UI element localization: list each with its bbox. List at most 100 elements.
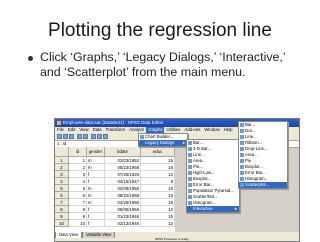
table-row[interactable]: 9 9 f 01/23/1946 15 bbox=[55, 213, 175, 220]
row-number: 1 bbox=[55, 157, 69, 164]
cell[interactable]: 8 bbox=[69, 206, 87, 213]
column-header-id[interactable]: id bbox=[69, 147, 87, 157]
cell[interactable]: 05/23/1958 bbox=[105, 164, 141, 171]
cell[interactable]: m bbox=[87, 164, 105, 171]
cell[interactable]: 3 bbox=[69, 171, 87, 178]
histogram-icon bbox=[240, 177, 244, 181]
find-icon[interactable] bbox=[103, 134, 108, 139]
save-icon[interactable] bbox=[63, 134, 68, 139]
table-row[interactable]: 3 3 f 07/26/1929 12 bbox=[55, 171, 175, 178]
cell[interactable]: f bbox=[87, 206, 105, 213]
bullet-dot-icon bbox=[28, 56, 33, 61]
row-number: 8 bbox=[55, 206, 69, 213]
cell[interactable]: 7 bbox=[69, 199, 87, 206]
cell[interactable]: 12 bbox=[141, 206, 175, 213]
legacy-dialogs-menu: Bar... 3-D Bar... Line... Area... Pie...… bbox=[186, 139, 240, 213]
cell[interactable]: f bbox=[87, 220, 105, 227]
cell[interactable]: f bbox=[87, 213, 105, 220]
slide-title: Plotting the regression line bbox=[48, 20, 272, 41]
bullet-text: Click ‘Graphs,’ ‘Legacy Dialogs,’ ‘Inter… bbox=[40, 50, 286, 79]
row-number: 3 bbox=[55, 171, 69, 178]
row-number: 10 bbox=[55, 220, 69, 227]
table-row[interactable]: 4 4 f 04/15/1947 8 bbox=[55, 178, 175, 185]
cell[interactable]: 04/15/1947 bbox=[105, 178, 141, 185]
error-bar-icon bbox=[188, 183, 192, 187]
cell[interactable]: 02/13/1946 bbox=[105, 220, 141, 227]
app-icon bbox=[57, 121, 61, 125]
cell[interactable]: 6 bbox=[69, 192, 87, 199]
row-number: 4 bbox=[55, 178, 69, 185]
cell[interactable]: 8 bbox=[141, 178, 175, 185]
high-low-icon bbox=[188, 171, 192, 175]
scatter-icon bbox=[188, 195, 192, 199]
cell[interactable]: f bbox=[87, 178, 105, 185]
cell[interactable]: 08/22/1958 bbox=[105, 192, 141, 199]
boxplot-icon bbox=[240, 165, 244, 169]
cell[interactable]: 02/03/1952 bbox=[105, 157, 141, 164]
redo-icon[interactable] bbox=[83, 134, 88, 139]
cell[interactable]: 15 bbox=[141, 185, 175, 192]
cell[interactable]: m bbox=[87, 185, 105, 192]
cell[interactable]: 15 bbox=[141, 157, 175, 164]
cell[interactable]: 4 bbox=[69, 178, 87, 185]
row-number: 9 bbox=[55, 213, 69, 220]
cell[interactable]: 15 bbox=[141, 199, 175, 206]
column-header-gender[interactable]: gender bbox=[87, 147, 105, 157]
cell[interactable]: m bbox=[87, 192, 105, 199]
cell[interactable]: m bbox=[87, 157, 105, 164]
submenu-arrow-icon: ▸ bbox=[234, 206, 237, 211]
cell[interactable]: 16 bbox=[141, 164, 175, 171]
undo-icon[interactable] bbox=[77, 134, 82, 139]
interactive-menu: Bar... Dot... Line... Ribbon... Drop-Lin… bbox=[238, 121, 288, 189]
window-title: Employee data.sav [DataSet1] - SPSS Data… bbox=[63, 120, 164, 125]
pie-chart-icon bbox=[188, 165, 192, 169]
cell[interactable]: 04/26/1956 bbox=[105, 199, 141, 206]
cell[interactable]: 05/06/1966 bbox=[105, 206, 141, 213]
goto-case-icon[interactable] bbox=[91, 134, 96, 139]
table-row[interactable]: 5 5 m 02/09/1955 15 bbox=[55, 185, 175, 192]
cell[interactable]: 10 bbox=[69, 220, 87, 227]
cell[interactable]: 2 bbox=[69, 164, 87, 171]
cell[interactable]: m bbox=[87, 199, 105, 206]
table-row[interactable]: 10 10 f 02/13/1946 12 bbox=[55, 220, 175, 227]
cell[interactable]: 5 bbox=[69, 185, 87, 192]
data-grid: id gender bdate educ 1 1 m 02/03/1952 15 22m… bbox=[55, 147, 175, 233]
area-chart-icon bbox=[240, 153, 244, 157]
print-icon[interactable] bbox=[69, 134, 74, 139]
cell-reference: 1 : id bbox=[57, 141, 67, 146]
table-row[interactable]: 8 8 f 05/06/1966 12 bbox=[55, 206, 175, 213]
column-header-educ[interactable]: educ bbox=[141, 147, 175, 157]
cell[interactable]: 01/23/1946 bbox=[105, 213, 141, 220]
boxplot-icon bbox=[188, 177, 192, 181]
cell[interactable]: 02/09/1955 bbox=[105, 185, 141, 192]
menu-item-legacy-dialogs[interactable]: Legacy Dialogs ▸ bbox=[139, 140, 187, 146]
cell[interactable]: 12 bbox=[141, 171, 175, 178]
error-bar-icon bbox=[240, 171, 244, 175]
scatter-icon bbox=[240, 183, 244, 187]
menu-item-int-scatterplot[interactable]: Scatterplot... bbox=[239, 182, 287, 188]
bar-chart-icon bbox=[240, 123, 244, 127]
cell[interactable]: 1 bbox=[69, 157, 87, 164]
cell[interactable]: 9 bbox=[69, 213, 87, 220]
bar-chart-icon bbox=[188, 141, 192, 145]
cell[interactable]: f bbox=[87, 171, 105, 178]
drop-line-icon bbox=[240, 147, 244, 151]
variables-icon[interactable] bbox=[97, 134, 102, 139]
line-chart-icon bbox=[188, 153, 192, 157]
row-number: 6 bbox=[55, 192, 69, 199]
cell[interactable]: 07/26/1929 bbox=[105, 171, 141, 178]
cell[interactable]: 15 bbox=[141, 213, 175, 220]
spss-screenshot: Employee data.sav [DataSet1] - SPSS Data… bbox=[54, 118, 300, 242]
histogram-icon bbox=[188, 201, 192, 205]
column-header-bdate[interactable]: bdate bbox=[105, 147, 141, 157]
open-icon[interactable] bbox=[57, 134, 62, 139]
menu-item-interactive[interactable]: Interactive ▸ bbox=[187, 206, 239, 212]
table-row[interactable]: 7 7 m 04/26/1956 15 bbox=[55, 199, 175, 206]
table-row[interactable]: 2 2 m 05/23/1958 16 bbox=[55, 164, 175, 171]
table-row[interactable]: 6 6 m 08/22/1958 15 bbox=[55, 192, 175, 199]
pyramid-icon bbox=[188, 189, 192, 193]
dot-chart-icon bbox=[240, 129, 244, 133]
cell[interactable]: 12 bbox=[141, 220, 175, 227]
table-row[interactable]: 1 1 m 02/03/1952 15 bbox=[55, 157, 175, 164]
cell[interactable]: 15 bbox=[141, 192, 175, 199]
